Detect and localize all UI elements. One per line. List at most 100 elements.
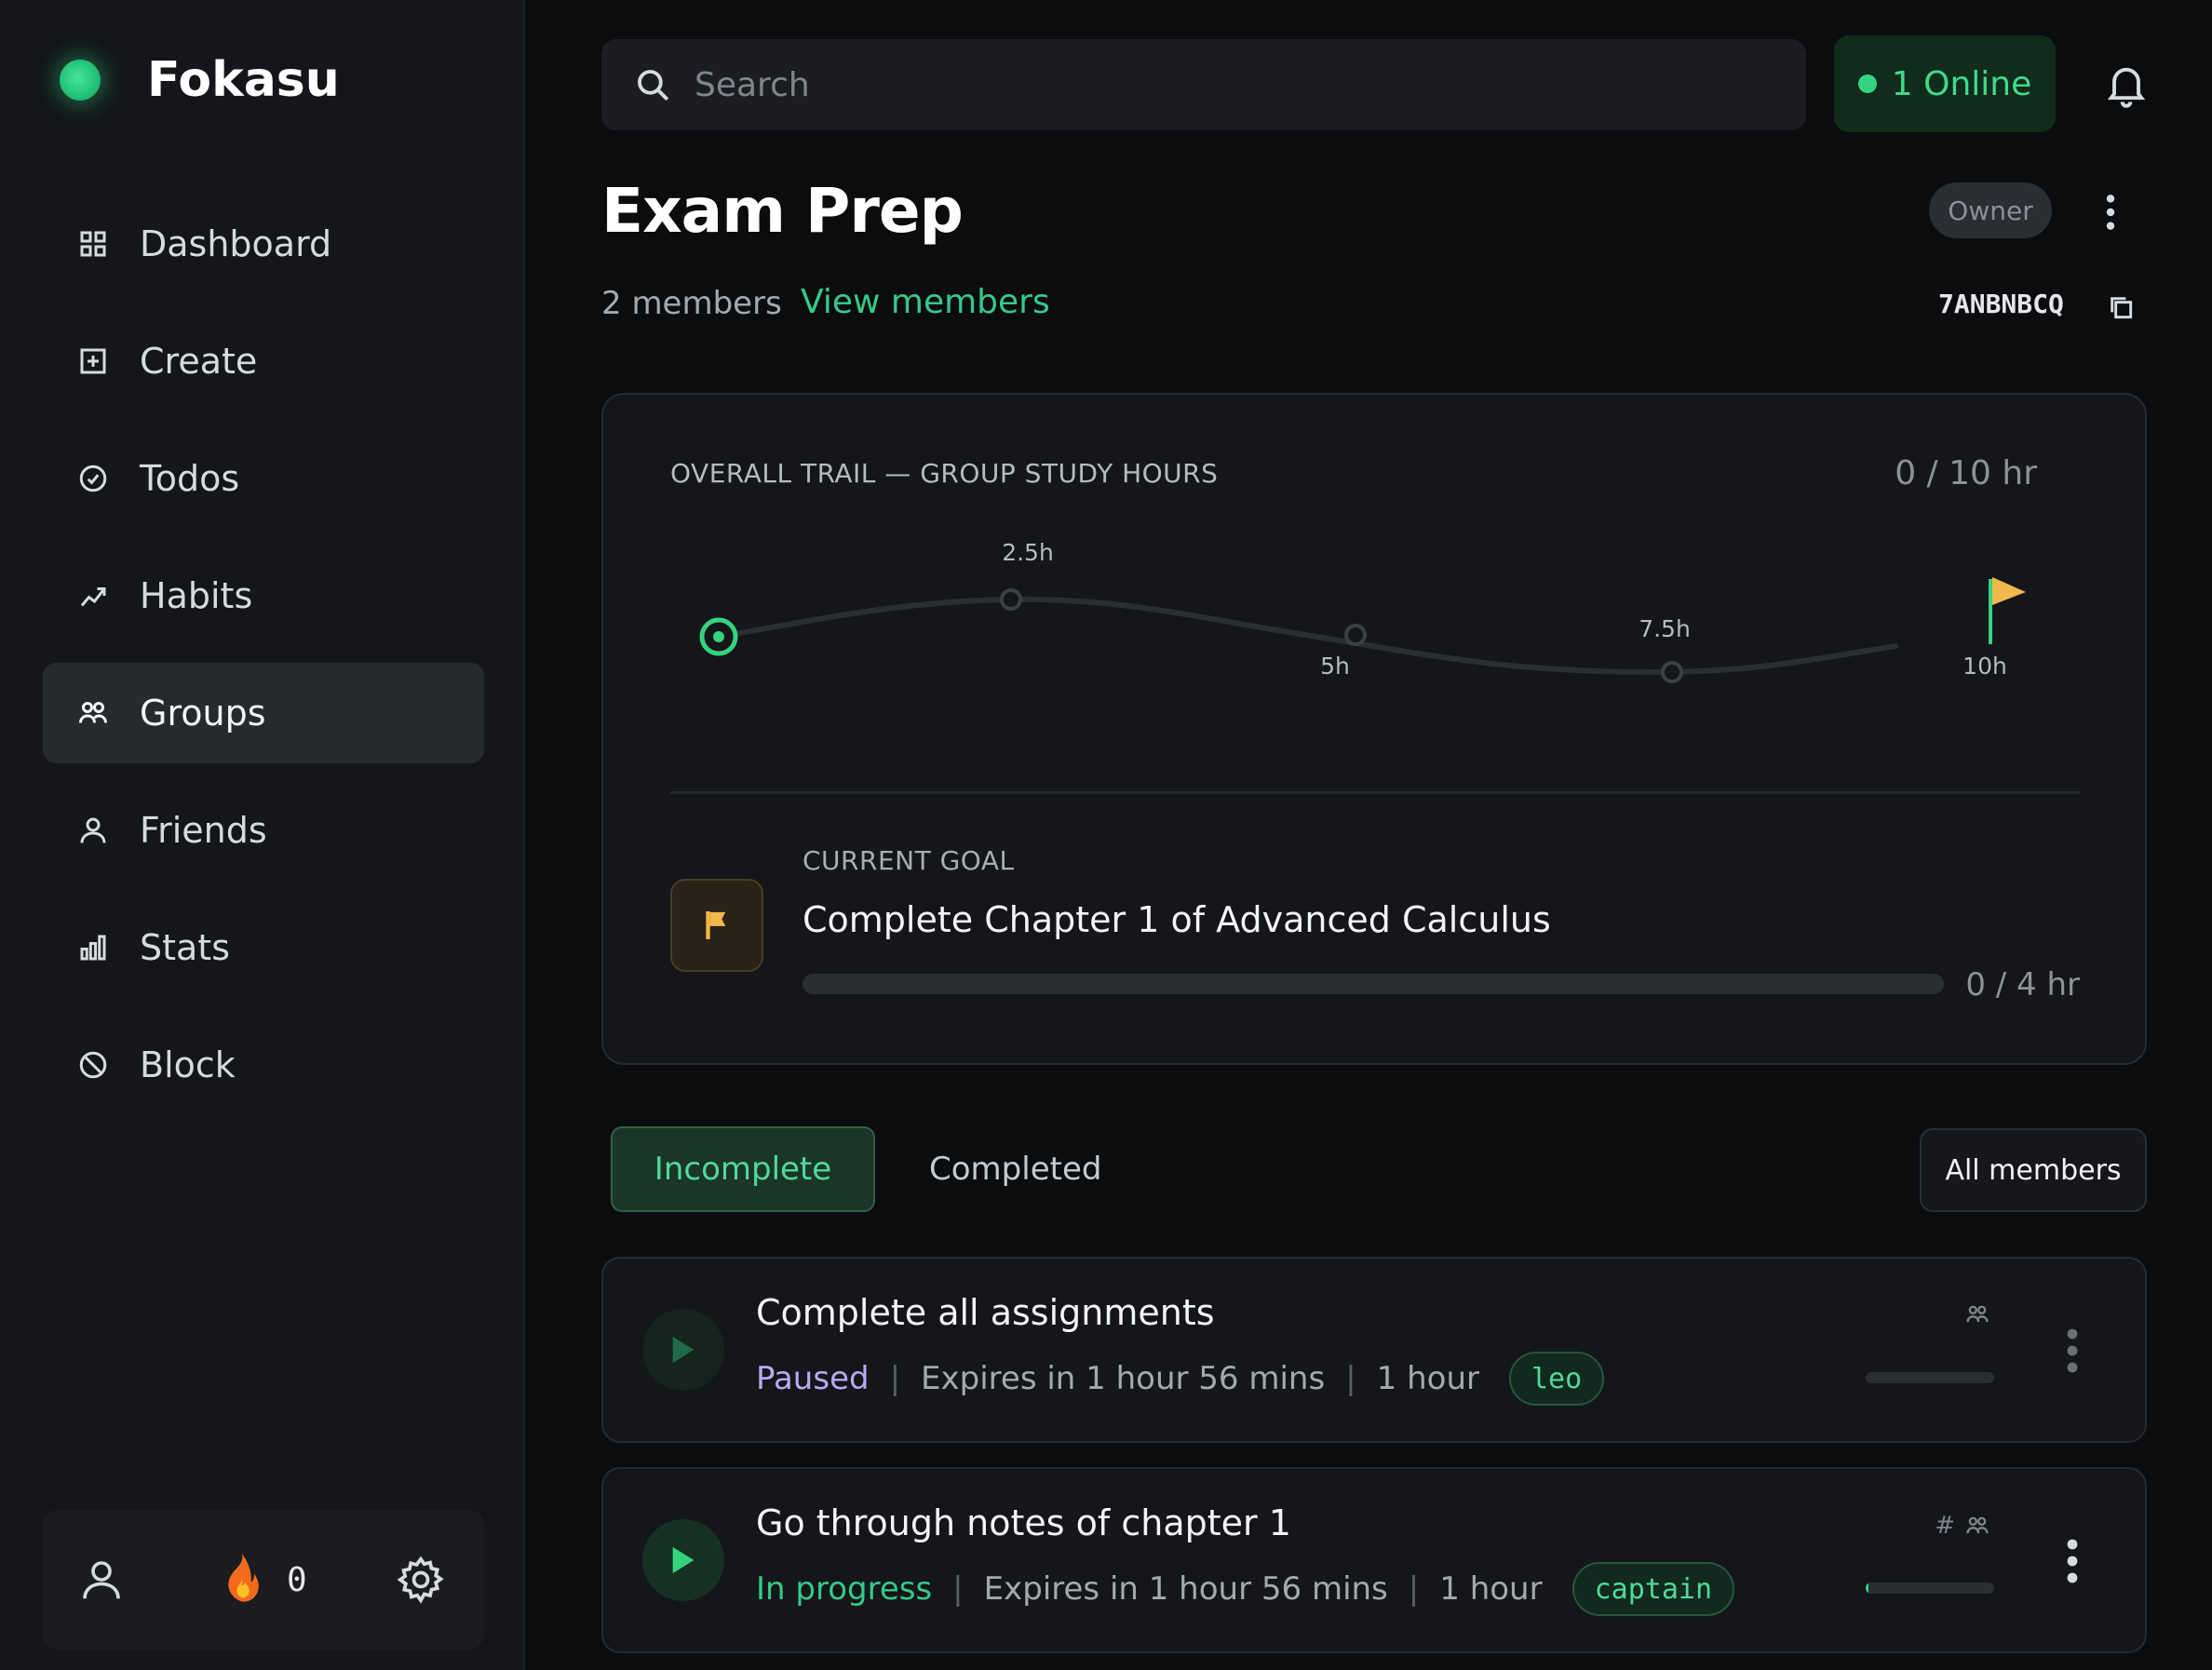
goal-label: CURRENT GOAL: [803, 845, 1015, 876]
invite-code: 7ANBNBCQ: [1938, 289, 2064, 319]
more-vertical-icon: [2067, 1539, 2078, 1583]
users-icon: [1966, 1516, 1989, 1534]
gear-icon: [397, 1556, 444, 1604]
task-card[interactable]: Go through notes of chapter 1 In progres…: [601, 1467, 2147, 1653]
settings-button[interactable]: [395, 1554, 447, 1606]
sidebar-item-label: Groups: [140, 693, 266, 734]
online-status-badge[interactable]: 1 Online: [1834, 35, 2056, 132]
view-members-link[interactable]: View members: [801, 283, 1050, 321]
task-title: Complete all assignments: [756, 1292, 1215, 1333]
role-badge: Owner: [1929, 182, 2052, 238]
task-card[interactable]: Complete all assignments Paused | Expire…: [601, 1257, 2147, 1443]
divider: [670, 791, 2080, 794]
sidebar-item-label: Todos: [140, 458, 240, 499]
trail-milestone-marker: [1000, 588, 1022, 611]
hash-icon: #: [1935, 1512, 1955, 1540]
task-duration: 1 hour: [1376, 1360, 1479, 1397]
separator: |: [1408, 1570, 1420, 1608]
task-progress-fill: [1866, 1582, 1868, 1594]
member-tag: leo: [1508, 1352, 1605, 1406]
task-expiry: Expires in 1 hour 56 mins: [983, 1570, 1388, 1608]
check-circle-icon: [74, 460, 112, 497]
sidebar-item-block[interactable]: Block: [43, 1015, 484, 1115]
more-vertical-icon: [2067, 1328, 2078, 1373]
task-progress-bar: [1866, 1372, 1994, 1383]
search-bar[interactable]: Search: [601, 39, 1806, 130]
profile-button[interactable]: [76, 1555, 127, 1605]
sidebar-item-habits[interactable]: Habits: [43, 545, 484, 646]
user-icon: [74, 812, 112, 849]
task-menu-button[interactable]: [2061, 1326, 2084, 1380]
online-label: 1 Online: [1891, 64, 2032, 103]
flag-icon: [706, 911, 726, 939]
trail-milestone-label: 7.5h: [1639, 615, 1691, 642]
task-menu-button[interactable]: [2061, 1536, 2084, 1590]
trail-milestone-marker: [1661, 661, 1683, 683]
sidebar-footer: 0: [43, 1510, 484, 1650]
plus-square-icon: [74, 343, 112, 380]
sidebar-item-dashboard[interactable]: Dashboard: [43, 194, 484, 294]
streak-count: 0: [287, 1560, 307, 1599]
finish-flag-icon: [1992, 577, 2026, 605]
search-icon: [638, 70, 669, 101]
play-button[interactable]: [642, 1519, 724, 1601]
task-status: Paused: [756, 1360, 870, 1397]
separator: |: [889, 1360, 901, 1397]
trend-icon: [74, 577, 112, 614]
streak-counter[interactable]: 0: [218, 1552, 307, 1608]
sidebar-item-label: Create: [140, 341, 258, 382]
sidebar-item-label: Dashboard: [140, 223, 332, 264]
goal-progress-text: 0 / 4 hr: [1965, 966, 2080, 1003]
task-progress-bar: [1866, 1582, 1994, 1594]
play-button[interactable]: [642, 1309, 724, 1391]
tab-incomplete[interactable]: Incomplete: [611, 1126, 875, 1212]
trail-path: [716, 596, 1898, 676]
members-filter-select[interactable]: All members: [1920, 1128, 2147, 1212]
brand-name: Fokasu: [147, 52, 340, 108]
trail-milestone-label: 10h: [1962, 653, 2007, 680]
separator: |: [952, 1570, 964, 1608]
copy-code-button[interactable]: [2106, 292, 2136, 326]
sidebar-item-friends[interactable]: Friends: [43, 780, 484, 881]
task-status: In progress: [756, 1570, 933, 1608]
member-tag: captain: [1571, 1562, 1735, 1616]
copy-icon: [2111, 297, 2133, 319]
sidebar: Fokasu Dashboard Create Todos Habits Gro…: [0, 0, 525, 1670]
sidebar-item-label: Block: [140, 1044, 236, 1085]
sidebar-item-todos[interactable]: Todos: [43, 428, 484, 529]
sidebar-item-label: Habits: [140, 575, 253, 616]
users-icon: [74, 694, 112, 732]
trail-milestone-marker: [1344, 624, 1367, 646]
user-icon: [83, 1561, 120, 1599]
sidebar-item-label: Friends: [140, 810, 267, 851]
task-expiry: Expires in 1 hour 56 mins: [921, 1360, 1326, 1397]
trail-card: OVERALL TRAIL — GROUP STUDY HOURS 0 / 10…: [601, 393, 2147, 1065]
trail-milestone-label: 2.5h: [1002, 539, 1054, 566]
sidebar-item-create[interactable]: Create: [43, 311, 484, 411]
bell-icon: [2107, 67, 2146, 108]
goal-name: Complete Chapter 1 of Advanced Calculus: [803, 899, 1551, 940]
tab-completed[interactable]: Completed: [929, 1151, 1101, 1188]
block-icon: [74, 1046, 112, 1084]
sidebar-item-stats[interactable]: Stats: [43, 897, 484, 998]
task-icons: #: [1935, 1512, 1990, 1540]
brand-logo-icon: [60, 60, 101, 101]
play-icon: [672, 1336, 695, 1364]
search-input[interactable]: Search: [695, 66, 810, 104]
group-menu-button[interactable]: [2098, 192, 2123, 236]
online-dot-icon: [1857, 74, 1877, 93]
sidebar-item-groups[interactable]: Groups: [43, 663, 484, 763]
more-vertical-icon: [2106, 195, 2115, 230]
notifications-button[interactable]: [2102, 60, 2151, 112]
grid-icon: [74, 225, 112, 263]
bar-chart-icon: [74, 929, 112, 966]
separator: |: [1345, 1360, 1356, 1397]
trail-start-dot: [713, 631, 724, 642]
sidebar-item-label: Stats: [140, 927, 231, 968]
flame-icon: [228, 1554, 259, 1602]
play-icon: [672, 1546, 695, 1574]
brand[interactable]: Fokasu: [60, 52, 340, 108]
trail-chart: 2.5h 5h 7.5h 10h: [699, 539, 2026, 683]
task-title: Go through notes of chapter 1: [756, 1502, 1291, 1543]
page-title: Exam Prep: [601, 175, 964, 247]
